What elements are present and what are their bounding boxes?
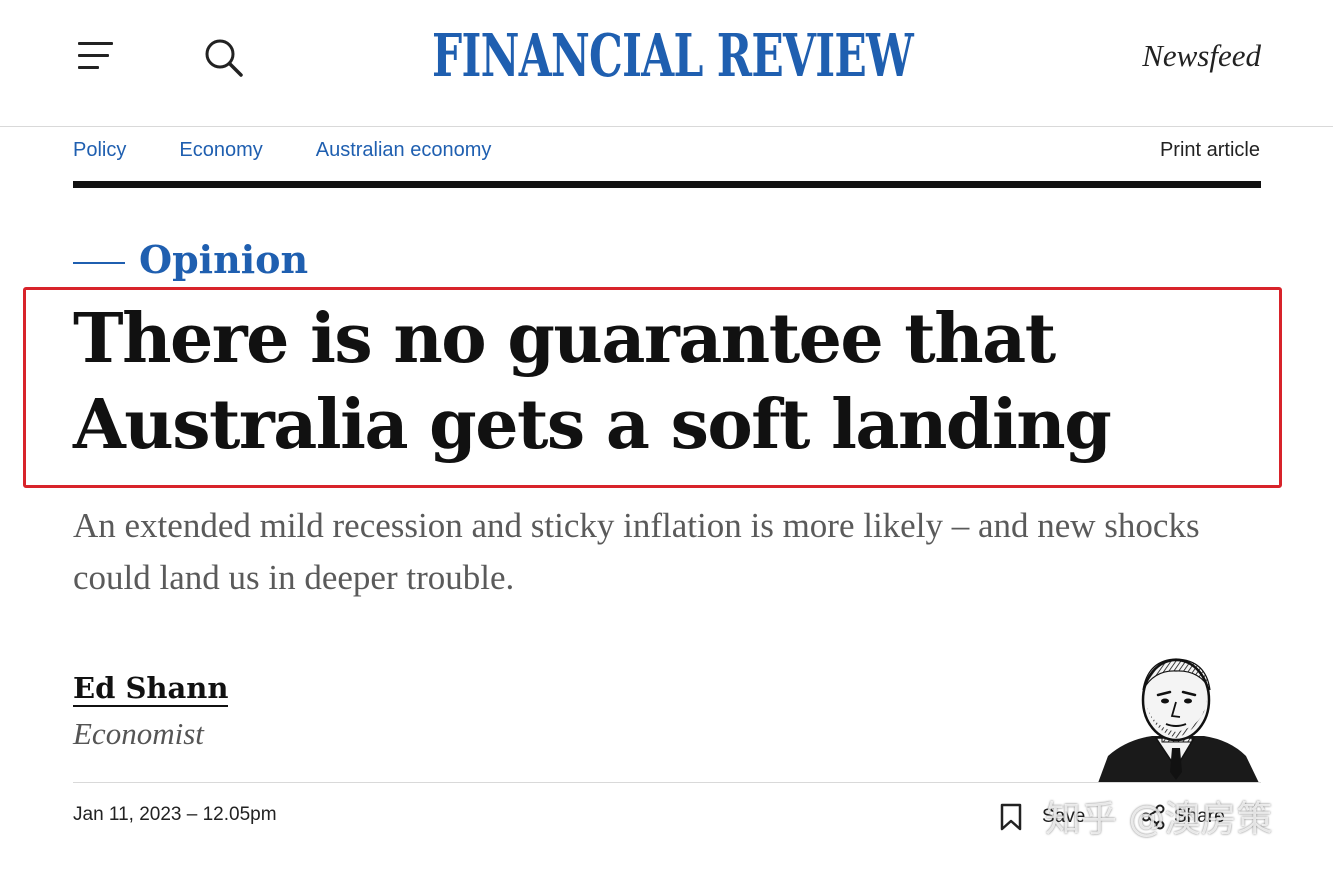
share-button[interactable]: Share bbox=[1140, 802, 1225, 832]
share-label: Share bbox=[1174, 806, 1225, 827]
author-name[interactable]: Ed Shann bbox=[73, 671, 229, 707]
breadcrumb: Policy Economy Australian economy bbox=[73, 139, 544, 167]
save-button[interactable]: Save bbox=[1000, 802, 1085, 832]
section-divider bbox=[73, 181, 1261, 188]
site-header: FINANCIAL REVIEW Newsfeed bbox=[0, 0, 1333, 127]
breadcrumb-policy[interactable]: Policy bbox=[73, 139, 126, 167]
breadcrumb-australian-economy[interactable]: Australian economy bbox=[316, 139, 492, 167]
newsfeed-link[interactable]: Newsfeed bbox=[1120, 38, 1261, 74]
share-icon bbox=[1140, 804, 1166, 830]
meta-divider bbox=[73, 782, 1261, 783]
opinion-rule bbox=[73, 262, 125, 264]
section-label[interactable]: Opinion bbox=[139, 237, 308, 282]
menu-icon[interactable] bbox=[78, 42, 114, 72]
site-logo[interactable]: FINANCIAL REVIEW bbox=[432, 24, 914, 88]
save-label: Save bbox=[1042, 806, 1086, 827]
print-article-link[interactable]: Print article bbox=[1160, 139, 1260, 162]
author-role: Economist bbox=[73, 716, 204, 751]
article-headline: There is no guarantee that Australia get… bbox=[73, 299, 1112, 465]
bookmark-icon bbox=[1000, 803, 1022, 831]
author-portrait bbox=[1096, 656, 1261, 783]
article-standfirst: An extended mild recession and sticky in… bbox=[73, 506, 1200, 597]
breadcrumb-economy[interactable]: Economy bbox=[179, 139, 262, 167]
publish-date: Jan 11, 2023 – 12.05pm bbox=[73, 804, 277, 825]
search-icon[interactable] bbox=[203, 38, 245, 78]
